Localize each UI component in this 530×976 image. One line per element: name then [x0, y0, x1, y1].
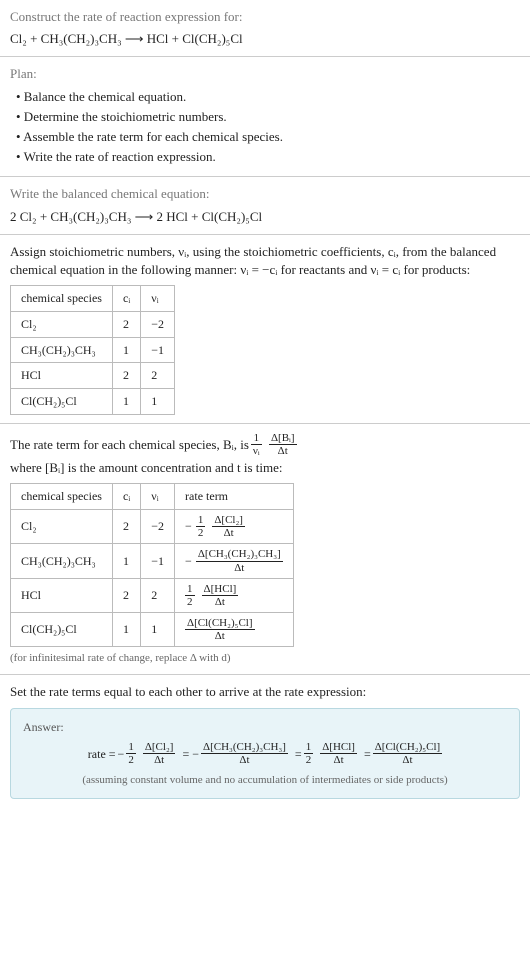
cell-rate-term: − 12 Δ[Cl₂]Δt	[175, 510, 294, 544]
rate-terms-footnote: (for infinitesimal rate of change, repla…	[10, 651, 520, 666]
cell-species: Cl(CH₂)₅Cl	[11, 389, 113, 415]
final-section: Set the rate terms equal to each other t…	[0, 675, 530, 807]
cell-rate-term: − Δ[CH₃(CH₂)₃CH₃]Δt	[175, 544, 294, 578]
stoich-table: chemical species cᵢ νᵢ Cl₂ 2 −2 CH₃(CH₂)…	[10, 285, 175, 415]
delta-frac: Δ[CH₃(CH₂)₃CH₃]Δt	[196, 548, 283, 573]
delta-frac: Δ[Cl(CH₂)₅Cl]Δt	[185, 617, 254, 642]
rate-intro-frac2: Δ[Bᵢ] Δt	[269, 432, 297, 457]
table-row: Cl(CH₂)₅Cl 1 1	[11, 389, 175, 415]
plan-item: • Write the rate of reaction expression.	[16, 148, 520, 166]
cell-ci: 1	[112, 389, 140, 415]
col-vi: νᵢ	[141, 484, 175, 510]
table-header-row: chemical species cᵢ νᵢ rate term	[11, 484, 294, 510]
rate-intro-frac1: 1 νᵢ	[251, 432, 262, 457]
prompt-section: Construct the rate of reaction expressio…	[0, 0, 530, 57]
delta-frac: Δ[HCl]Δt	[202, 583, 239, 608]
col-ci: cᵢ	[112, 286, 140, 312]
table-row: CH₃(CH₂)₃CH₃ 1 −1 − Δ[CH₃(CH₂)₃CH₃]Δt	[11, 544, 294, 578]
cell-species: Cl(CH₂)₅Cl	[11, 612, 113, 646]
table-row: Cl₂ 2 −2	[11, 311, 175, 337]
plan-title: Plan:	[10, 65, 520, 83]
coeff-frac: 12	[185, 583, 195, 608]
prompt-equation: Cl₂ + CH₃(CH₂)₃CH₃ ⟶ HCl + Cl(CH₂)₅Cl	[10, 30, 520, 48]
cell-species: HCl	[11, 578, 113, 612]
final-title: Set the rate terms equal to each other t…	[10, 683, 520, 701]
coeff-frac: 12	[196, 514, 206, 539]
cell-vi: −1	[141, 337, 175, 363]
plan-list: • Balance the chemical equation. • Deter…	[10, 88, 520, 167]
answer-label: Answer:	[23, 719, 507, 736]
table-header-row: chemical species cᵢ νᵢ	[11, 286, 175, 312]
cell-vi: −2	[141, 311, 175, 337]
rate-terms-section: The rate term for each chemical species,…	[0, 424, 530, 675]
stoich-section: Assign stoichiometric numbers, νᵢ, using…	[0, 235, 530, 424]
cell-ci: 1	[112, 612, 140, 646]
answer-box: Answer: rate = − 12 Δ[Cl₂]Δt = − Δ[CH₃(C…	[10, 708, 520, 799]
rate-terms-table: chemical species cᵢ νᵢ rate term Cl₂ 2 −…	[10, 483, 294, 647]
cell-rate-term: 12 Δ[HCl]Δt	[175, 578, 294, 612]
cell-species: Cl₂	[11, 311, 113, 337]
table-row: Cl₂ 2 −2 − 12 Δ[Cl₂]Δt	[11, 510, 294, 544]
cell-vi: 2	[141, 363, 175, 389]
coeff-frac: 12	[126, 741, 136, 766]
answer-equation: rate = − 12 Δ[Cl₂]Δt = − Δ[CH₃(CH₂)₃CH₃]…	[23, 741, 507, 766]
table-row: HCl 2 2 12 Δ[HCl]Δt	[11, 578, 294, 612]
table-row: Cl(CH₂)₅Cl 1 1 Δ[Cl(CH₂)₅Cl]Δt	[11, 612, 294, 646]
delta-frac: Δ[Cl₂]Δt	[143, 741, 176, 766]
col-species: chemical species	[11, 286, 113, 312]
prompt-title: Construct the rate of reaction expressio…	[10, 8, 520, 26]
col-species: chemical species	[11, 484, 113, 510]
plan-section: Plan: • Balance the chemical equation. •…	[0, 57, 530, 177]
rate-intro-a: The rate term for each chemical species,…	[10, 436, 249, 454]
cell-ci: 1	[112, 337, 140, 363]
plan-item: • Determine the stoichiometric numbers.	[16, 108, 520, 126]
delta-frac: Δ[CH₃(CH₂)₃CH₃]Δt	[201, 741, 288, 766]
table-row: CH₃(CH₂)₃CH₃ 1 −1	[11, 337, 175, 363]
cell-vi: 2	[141, 578, 175, 612]
cell-ci: 2	[112, 510, 140, 544]
table-row: HCl 2 2	[11, 363, 175, 389]
col-vi: νᵢ	[141, 286, 175, 312]
delta-frac: Δ[Cl(CH₂)₅Cl]Δt	[373, 741, 442, 766]
cell-vi: 1	[141, 389, 175, 415]
rate-intro-b: where [Bᵢ] is the amount concentration a…	[10, 459, 283, 477]
col-rate-term: rate term	[175, 484, 294, 510]
answer-note: (assuming constant volume and no accumul…	[23, 773, 507, 788]
balanced-section: Write the balanced chemical equation: 2 …	[0, 177, 530, 234]
delta-frac: Δ[HCl]Δt	[320, 741, 357, 766]
balanced-title: Write the balanced chemical equation:	[10, 185, 520, 203]
cell-species: CH₃(CH₂)₃CH₃	[11, 544, 113, 578]
cell-species: CH₃(CH₂)₃CH₃	[11, 337, 113, 363]
plan-item: • Assemble the rate term for each chemic…	[16, 128, 520, 146]
col-ci: cᵢ	[112, 484, 140, 510]
rate-terms-intro: The rate term for each chemical species,…	[10, 432, 520, 477]
delta-frac: Δ[Cl₂]Δt	[212, 514, 245, 539]
coeff-frac: 12	[304, 741, 314, 766]
answer-prefix: rate =	[88, 746, 116, 763]
balanced-equation: 2 Cl₂ + CH₃(CH₂)₃CH₃ ⟶ 2 HCl + Cl(CH₂)₅C…	[10, 208, 520, 226]
cell-vi: −2	[141, 510, 175, 544]
cell-ci: 2	[112, 311, 140, 337]
cell-ci: 1	[112, 544, 140, 578]
cell-species: Cl₂	[11, 510, 113, 544]
plan-item: • Balance the chemical equation.	[16, 88, 520, 106]
cell-species: HCl	[11, 363, 113, 389]
cell-ci: 2	[112, 363, 140, 389]
cell-ci: 2	[112, 578, 140, 612]
cell-rate-term: Δ[Cl(CH₂)₅Cl]Δt	[175, 612, 294, 646]
stoich-intro: Assign stoichiometric numbers, νᵢ, using…	[10, 243, 520, 279]
cell-vi: 1	[141, 612, 175, 646]
cell-vi: −1	[141, 544, 175, 578]
